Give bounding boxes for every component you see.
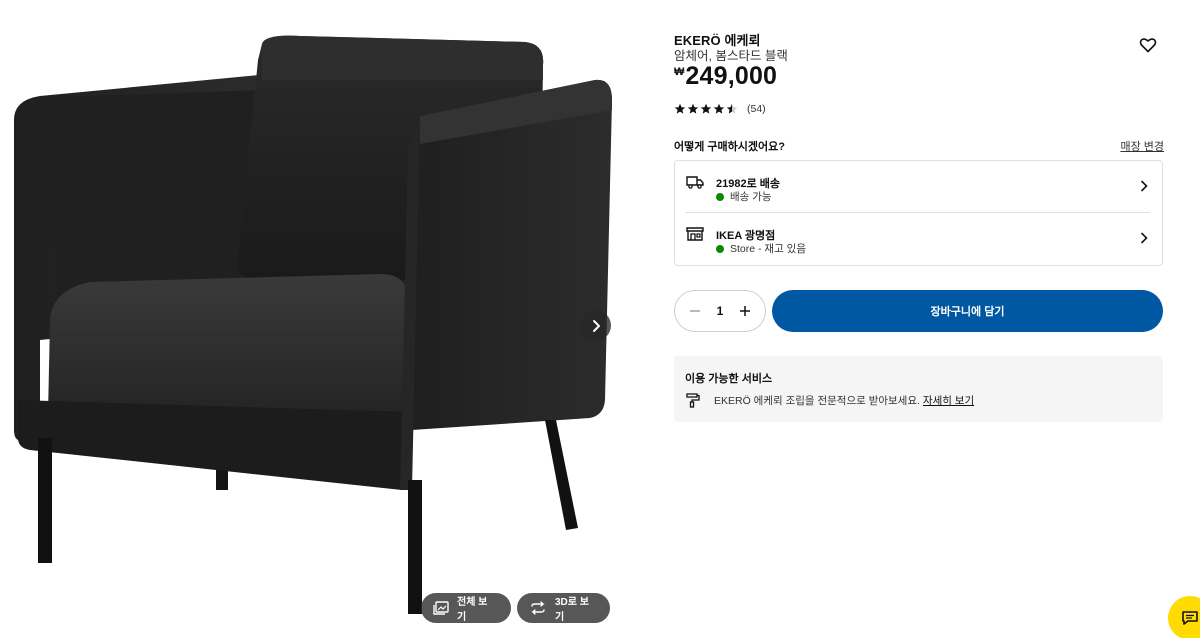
store-option[interactable]: IKEA 광명점 Store - 재고 있음 xyxy=(675,213,1162,265)
product-gallery: 전체 보기 3D로 보기 xyxy=(0,0,640,638)
delivery-option[interactable]: 21982로 배송 배송 가능 xyxy=(675,161,1162,213)
star-icon xyxy=(700,103,712,114)
chevron-right-icon xyxy=(592,319,600,332)
available-dot-icon xyxy=(716,192,724,201)
assembly-icon xyxy=(686,393,700,408)
learn-more-link[interactable]: 자세히 보기 xyxy=(923,395,974,407)
price-amount: 249,000 xyxy=(685,62,778,90)
full-view-button[interactable]: 전체 보기 xyxy=(421,593,511,623)
full-view-label: 전체 보기 xyxy=(457,597,488,623)
chat-button[interactable] xyxy=(1168,596,1200,638)
star-icon xyxy=(687,103,699,114)
minus-icon xyxy=(690,310,700,312)
services-title: 이용 가능한 서비스 xyxy=(685,373,773,385)
product-image xyxy=(14,35,612,614)
delivery-status-text: 배송 가능 xyxy=(730,191,772,203)
purchase-question: 어떻게 구매하시겠어요? xyxy=(674,141,785,153)
view-3d-button[interactable]: 3D로 보기 xyxy=(517,593,610,623)
store-icon xyxy=(686,227,704,241)
delivery-status: 배송 가능 xyxy=(716,189,772,204)
rotate-3d-icon xyxy=(531,601,545,615)
next-image-button[interactable] xyxy=(580,310,611,341)
quantity-stepper: 1 xyxy=(674,290,766,332)
decrease-quantity-button[interactable] xyxy=(688,304,702,318)
add-to-cart-button[interactable]: 장바구니에 담기 xyxy=(772,290,1163,332)
chevron-right-icon xyxy=(1141,180,1148,192)
services-text: EKERÖ 에케뢰 조립을 전문적으로 받아보세요. xyxy=(714,395,920,407)
fulfillment-options: 21982로 배송 배송 가능 IKEA 광명점 Store - 재고 있음 xyxy=(674,160,1163,266)
star-icon xyxy=(713,103,725,114)
quantity-value[interactable]: 1 xyxy=(717,304,724,318)
change-store-link[interactable]: 매장 변경 xyxy=(1120,138,1164,154)
chevron-right-icon xyxy=(1141,232,1148,244)
view-3d-label: 3D로 보기 xyxy=(555,597,589,623)
heart-icon[interactable] xyxy=(1139,37,1157,53)
image-gallery-icon xyxy=(433,601,449,615)
store-status: Store - 재고 있음 xyxy=(716,241,806,256)
increase-quantity-button[interactable] xyxy=(738,304,752,318)
truck-icon xyxy=(686,176,704,189)
plus-icon xyxy=(740,306,750,316)
star-icon xyxy=(674,103,686,114)
review-count: (54) xyxy=(747,103,766,115)
services-description: EKERÖ 에케뢰 조립을 전문적으로 받아보세요. 자세히 보기 xyxy=(714,393,974,408)
chat-icon xyxy=(1182,611,1198,625)
currency-symbol: ₩ xyxy=(674,66,685,78)
store-status-text: Store - 재고 있음 xyxy=(730,243,806,255)
available-services: 이용 가능한 서비스 EKERÖ 에케뢰 조립을 전문적으로 받아보세요. 자세히… xyxy=(674,356,1163,422)
product-rating[interactable]: (54) xyxy=(674,103,766,115)
half-star-icon xyxy=(726,103,738,114)
product-price: ₩ 249,000 xyxy=(674,62,777,91)
in-stock-dot-icon xyxy=(716,244,724,253)
